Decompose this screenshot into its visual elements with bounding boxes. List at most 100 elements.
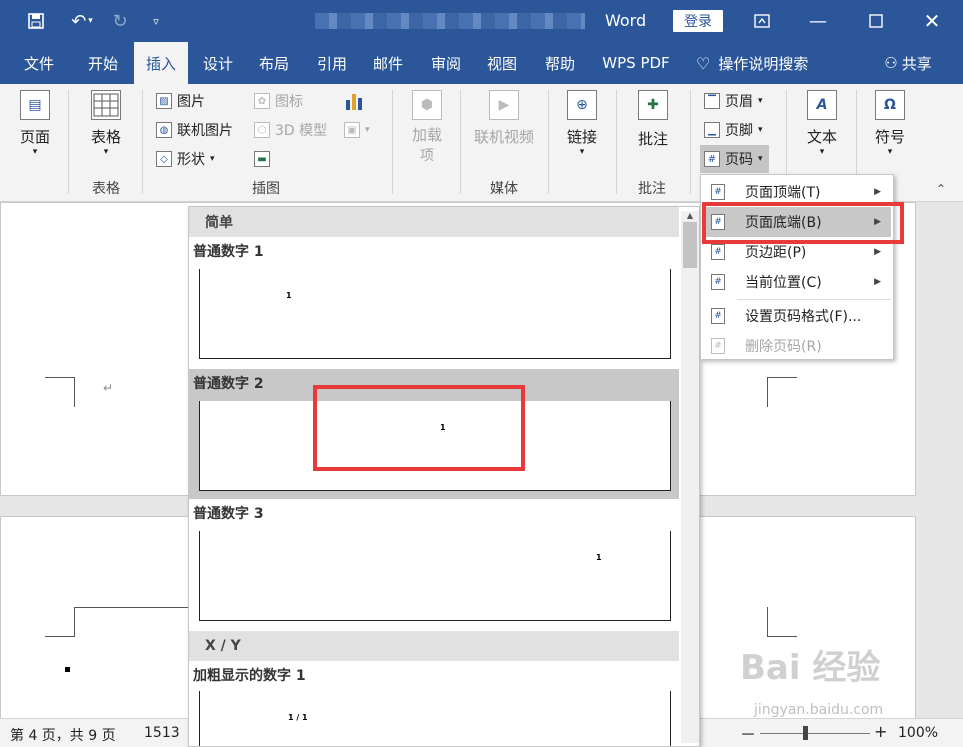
tab-wps-pdf[interactable]: WPS PDF bbox=[596, 42, 676, 84]
tab-mailings[interactable]: 邮件 bbox=[362, 42, 414, 84]
online-picture-label: 联机图片 bbox=[177, 123, 233, 139]
symbol-button[interactable]: Ω 符号 ▾ bbox=[868, 90, 912, 157]
text-box-icon: A bbox=[807, 90, 837, 120]
smartart-button[interactable]: ▬ bbox=[254, 147, 270, 171]
link-label: 链接 bbox=[566, 128, 597, 146]
gallery-section-xy: X / Y bbox=[189, 631, 679, 661]
zoom-out-button[interactable]: － bbox=[740, 721, 756, 745]
tab-review[interactable]: 审阅 bbox=[420, 42, 472, 84]
chevron-down-icon: ▾ bbox=[103, 147, 109, 157]
ribbon-display-options-icon[interactable] bbox=[746, 0, 778, 42]
paragraph-mark: ↵ bbox=[103, 381, 114, 395]
addins-button: ⬢ 加载 项 bbox=[406, 90, 448, 165]
scrollbar-thumb[interactable] bbox=[683, 222, 697, 268]
picture-button[interactable]: ▨ 图片 bbox=[156, 89, 205, 113]
screenshot-icon: ▣ bbox=[344, 122, 360, 138]
chevron-down-icon: ▾ bbox=[758, 96, 763, 106]
comment-button[interactable]: ✚ 批注 bbox=[630, 90, 676, 149]
zoom-in-button[interactable]: + bbox=[874, 722, 887, 741]
menu-item-remove-page-numbers: # 删除页码(R) bbox=[703, 331, 891, 361]
customize-qat-icon[interactable]: ▿ bbox=[140, 0, 172, 42]
submenu-arrow-icon: ▶ bbox=[874, 187, 881, 197]
shapes-button[interactable]: ◇ 形状 ▾ bbox=[156, 147, 215, 171]
addins-label-2: 项 bbox=[420, 148, 434, 164]
title-bar: ↶ ▾ ↻ ▿ Word 登录 — ✕ bbox=[0, 0, 963, 42]
save-icon[interactable] bbox=[20, 0, 52, 42]
bar-chart-icon bbox=[346, 94, 362, 110]
tab-help[interactable]: 帮助 bbox=[534, 42, 586, 84]
divider bbox=[460, 90, 461, 194]
margin-corner bbox=[767, 607, 797, 637]
zoom-slider[interactable] bbox=[760, 733, 870, 734]
picture-icon: ▨ bbox=[156, 93, 172, 109]
login-button[interactable]: 登录 bbox=[673, 10, 723, 32]
page-number-button[interactable]: # 页码 ▾ bbox=[700, 145, 769, 173]
gallery-item-title: 普通数字 1 bbox=[193, 244, 264, 260]
collapse-ribbon-icon[interactable]: ⌃ bbox=[936, 182, 946, 196]
submenu-arrow-icon: ▶ bbox=[874, 247, 881, 257]
tell-me-search[interactable]: ♡ 操作说明搜索 bbox=[696, 42, 836, 84]
zoom-slider-thumb[interactable] bbox=[803, 726, 808, 740]
group-label-comments: 批注 bbox=[638, 181, 666, 197]
close-icon[interactable]: ✕ bbox=[916, 0, 948, 42]
zoom-level[interactable]: 100% bbox=[898, 725, 938, 741]
share-button[interactable]: ⚇ 共享 bbox=[878, 42, 938, 84]
table-icon bbox=[91, 90, 121, 120]
online-video-button: ▶ 联机视频 bbox=[472, 90, 536, 147]
page-number-label: 页码 bbox=[725, 152, 753, 168]
page-top-icon: # bbox=[711, 184, 725, 200]
gallery-item-title: 加粗显示的数字 1 bbox=[193, 668, 306, 684]
table-button[interactable]: 表格 ▾ bbox=[84, 90, 128, 157]
addins-icon: ⬢ bbox=[412, 90, 442, 120]
shapes-label: 形状 bbox=[177, 152, 205, 168]
omega-icon: Ω bbox=[875, 90, 905, 120]
minimize-icon[interactable]: — bbox=[802, 0, 834, 42]
footer-button[interactable]: ▁ 页脚 ▾ bbox=[704, 118, 763, 142]
tab-design[interactable]: 设计 bbox=[192, 42, 244, 84]
tab-insert[interactable]: 插入 bbox=[134, 42, 188, 84]
redo-icon: ↻ bbox=[112, 10, 128, 32]
person-icon: ⚇ bbox=[884, 54, 898, 72]
gallery-item-title: 普通数字 2 bbox=[193, 376, 264, 392]
header-button[interactable]: ▔ 页眉 ▾ bbox=[704, 89, 763, 113]
footer-label: 页脚 bbox=[725, 123, 753, 139]
tab-layout[interactable]: 布局 bbox=[248, 42, 300, 84]
remove-page-number-icon: # bbox=[711, 338, 725, 354]
watermark-url: jingyan.baidu.com bbox=[754, 702, 884, 718]
group-label-media: 媒体 bbox=[490, 181, 518, 197]
chevron-down-icon: ▾ bbox=[758, 125, 763, 135]
tab-view[interactable]: 视图 bbox=[476, 42, 528, 84]
gallery-scrollbar[interactable]: ▲ bbox=[681, 211, 699, 743]
cube-icon: ⬡ bbox=[254, 122, 270, 138]
tab-references[interactable]: 引用 bbox=[306, 42, 358, 84]
online-picture-button[interactable]: ◍ 联机图片 bbox=[156, 118, 233, 142]
lightbulb-icon: ♡ bbox=[696, 53, 711, 73]
menu-item-format-page-numbers[interactable]: # 设置页码格式(F)... bbox=[703, 301, 891, 331]
tab-home[interactable]: 开始 bbox=[74, 42, 132, 84]
gallery-item-bold-number-1[interactable]: 1 / 1 bbox=[199, 691, 671, 746]
chart-button[interactable] bbox=[344, 89, 364, 113]
video-icon: ▶ bbox=[489, 90, 519, 120]
margin-corner bbox=[45, 377, 75, 407]
maximize-icon[interactable] bbox=[860, 0, 892, 42]
gallery-item-plain-number-1[interactable]: 1 bbox=[199, 269, 671, 359]
page-bottom-gallery: 简单 普通数字 1 1 普通数字 2 1 普通数字 3 1 X / Y 加粗显示… bbox=[188, 206, 700, 747]
footer-icon: ▁ bbox=[704, 122, 720, 138]
pages-button[interactable]: ▤ 页面 ▾ bbox=[14, 90, 56, 157]
menu-item-current-position[interactable]: # 当前位置(C) ▶ bbox=[703, 267, 891, 297]
document-title-blurred bbox=[315, 13, 585, 29]
page-number-preview: 1 bbox=[596, 553, 602, 562]
scroll-up-icon[interactable]: ▲ bbox=[681, 211, 699, 220]
gallery-item-plain-number-3[interactable]: 1 bbox=[199, 531, 671, 621]
footer-line bbox=[75, 607, 195, 608]
link-button[interactable]: ⊕ 链接 ▾ bbox=[560, 90, 604, 157]
bullet-mark bbox=[65, 667, 70, 672]
word-count[interactable]: 1513 bbox=[144, 725, 180, 741]
page-margin-icon: # bbox=[711, 244, 725, 260]
undo-icon[interactable]: ↶ ▾ bbox=[62, 0, 102, 42]
page-icon: ▤ bbox=[20, 90, 50, 120]
tab-file[interactable]: 文件 bbox=[10, 42, 68, 84]
icons-label: 图标 bbox=[275, 94, 303, 110]
text-button[interactable]: A 文本 ▾ bbox=[800, 90, 844, 157]
page-count[interactable]: 第 4 页，共 9 页 bbox=[10, 725, 116, 745]
